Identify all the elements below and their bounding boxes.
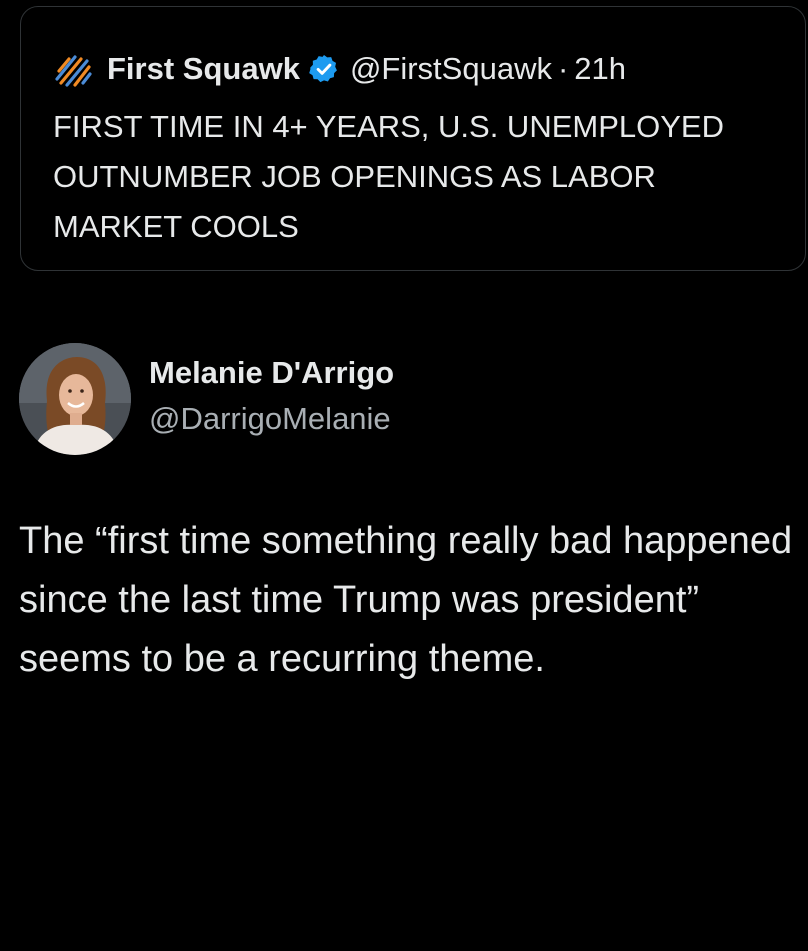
quoted-author-handle[interactable]: @FirstSquawk (350, 51, 552, 87)
tweet-text: The “first time something really bad hap… (19, 520, 793, 680)
quoted-author-name[interactable]: First Squawk (107, 51, 300, 87)
author-handle[interactable]: @DarrigoMelanie (149, 401, 391, 437)
avatar[interactable] (19, 343, 131, 455)
author-name[interactable]: Melanie D'Arrigo (149, 355, 394, 391)
quoted-tweet-text: FIRST TIME IN 4+ YEARS, U.S. UNEMPLOYED … (53, 109, 724, 244)
quoted-tweet-card[interactable]: First Squawk @FirstSquawk · 21h FIRST TI… (20, 6, 806, 271)
quoted-tweet-header: First Squawk @FirstSquawk · 21h (53, 47, 626, 91)
separator-dot: · (557, 51, 569, 86)
verified-badge-icon (308, 53, 340, 85)
quoted-tweet-time[interactable]: 21h (574, 51, 626, 87)
first-squawk-logo-icon (53, 49, 93, 89)
avatar-photo (19, 343, 131, 455)
